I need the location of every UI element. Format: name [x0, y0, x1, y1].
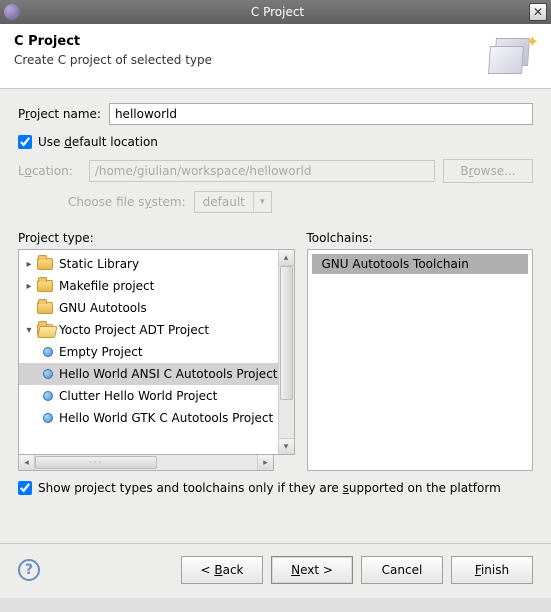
cancel-button[interactable]: Cancel	[361, 556, 443, 584]
tree-leaf[interactable]: Empty Project	[19, 341, 278, 363]
tree-item-label: Static Library	[59, 257, 139, 271]
folder-icon	[37, 280, 53, 292]
finish-button[interactable]: Finish	[451, 556, 533, 584]
tree-folder[interactable]: ▸ Makefile project	[19, 275, 278, 297]
expand-closed-icon[interactable]: ▸	[23, 281, 35, 292]
scroll-left-icon[interactable]: ◂	[19, 455, 35, 470]
tree-item-label: Hello World ANSI C Autotools Project	[59, 367, 278, 381]
tree-folder[interactable]: ▾ Yocto Project ADT Project	[19, 319, 278, 341]
scroll-up-icon[interactable]: ▴	[279, 250, 294, 266]
tree-leaf[interactable]: Clutter Hello World Project	[19, 385, 278, 407]
tree-item-label: Yocto Project ADT Project	[59, 323, 209, 337]
tree-item-label: GNU Autotools	[59, 301, 147, 315]
use-default-location-checkbox[interactable]	[18, 135, 32, 149]
project-name-label: Project name:	[18, 107, 101, 121]
template-icon	[43, 391, 53, 401]
file-system-select: default ▾	[194, 191, 272, 213]
project-type-tree[interactable]: ▸ Static Library ▸ Makefile project GNU Auto…	[18, 249, 295, 455]
tree-leaf[interactable]: Hello World ANSI C Autotools Project	[19, 363, 278, 385]
expand-closed-icon[interactable]: ▸	[23, 259, 35, 270]
folder-icon	[37, 302, 53, 314]
tree-item-label: Hello World GTK C Autotools Project	[59, 411, 273, 425]
tree-leaf[interactable]: Hello World GTK C Autotools Project	[19, 407, 278, 429]
show-supported-only-checkbox[interactable]	[18, 481, 32, 495]
next-button[interactable]: Next >	[271, 556, 353, 584]
browse-button: Browse...	[443, 159, 533, 183]
project-name-input[interactable]	[109, 103, 533, 125]
folder-icon	[37, 324, 53, 336]
back-button[interactable]: < Back	[181, 556, 263, 584]
horizontal-scrollbar[interactable]: ◂ ··· ▸	[18, 455, 274, 471]
page-title: C Project	[14, 34, 489, 49]
scroll-down-icon[interactable]: ▾	[279, 438, 294, 454]
hscroll-thumb[interactable]: ···	[35, 456, 157, 469]
wizard-content: Project name: Use default location Locat…	[0, 89, 551, 543]
project-type-label: Project type:	[18, 231, 295, 245]
help-icon[interactable]: ?	[18, 559, 40, 581]
vertical-scrollbar[interactable]: ▴ ▾	[278, 250, 294, 454]
toolchains-list[interactable]: GNU Autotools Toolchain	[307, 249, 534, 471]
template-icon	[43, 347, 53, 357]
page-subtitle: Create C project of selected type	[14, 53, 489, 67]
use-default-location-label: Use default location	[38, 135, 158, 149]
scroll-thumb[interactable]	[280, 266, 293, 400]
wizard-footer: ? < Back Next > Cancel Finish	[0, 543, 551, 598]
tree-folder[interactable]: ▸ Static Library	[19, 253, 278, 275]
titlebar: C Project ✕	[0, 0, 551, 24]
file-system-label: Choose file system:	[68, 195, 186, 209]
scroll-right-icon[interactable]: ▸	[257, 455, 273, 470]
wizard-banner-icon: ✦	[489, 34, 537, 76]
window-title: C Project	[26, 5, 529, 19]
toolchain-item[interactable]: GNU Autotools Toolchain	[312, 254, 529, 274]
location-label: Location:	[18, 164, 73, 178]
tree-item-label: Clutter Hello World Project	[59, 389, 217, 403]
tree-item-label: Empty Project	[59, 345, 143, 359]
app-icon	[4, 4, 20, 20]
wizard-header: C Project Create C project of selected t…	[0, 24, 551, 89]
location-input	[89, 160, 435, 182]
expand-open-icon[interactable]: ▾	[23, 325, 35, 336]
toolchains-label: Toolchains:	[307, 231, 534, 245]
tree-item-label: Makefile project	[59, 279, 154, 293]
template-icon	[43, 413, 53, 423]
close-button[interactable]: ✕	[529, 3, 547, 21]
chevron-down-icon: ▾	[253, 192, 271, 212]
folder-icon	[37, 258, 53, 270]
show-supported-only-label: Show project types and toolchains only i…	[38, 481, 501, 495]
tree-folder[interactable]: GNU Autotools	[19, 297, 278, 319]
template-icon	[43, 369, 53, 379]
